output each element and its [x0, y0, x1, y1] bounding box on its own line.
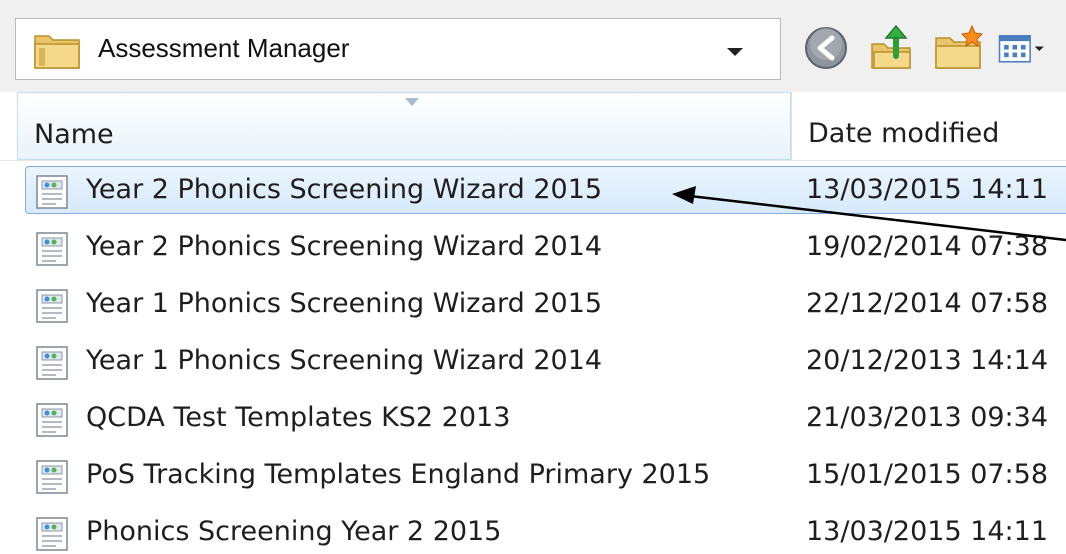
new-folder-icon[interactable]: [932, 22, 984, 74]
up-folder-icon[interactable]: [866, 22, 918, 74]
wizard-file-icon: [36, 403, 68, 437]
column-header-name-label: Name: [34, 119, 114, 150]
column-header-row: Name Date modified: [0, 92, 1066, 161]
file-name: Phonics Screening Year 2 2015: [86, 516, 502, 547]
file-row[interactable]: Year 1 Phonics Screening Wizard 2014 20/1…: [0, 331, 1066, 383]
file-row[interactable]: QCDA Test Templates KS2 2013 21/03/2013 0…: [0, 388, 1066, 440]
file-date-modified: 22/12/2014 07:58: [806, 288, 1049, 319]
sort-ascending-icon: [405, 98, 419, 106]
file-row[interactable]: Year 2 Phonics Screening Wizard 2015 13/0…: [0, 160, 1066, 214]
column-header-date-modified[interactable]: Date modified: [792, 92, 1066, 160]
wizard-file-icon: [36, 346, 68, 380]
file-name: Year 1 Phonics Screening Wizard 2015: [86, 288, 603, 319]
file-name: Year 1 Phonics Screening Wizard 2014: [86, 345, 603, 376]
wizard-file-icon: [36, 289, 68, 323]
file-date-modified: 19/02/2014 07:38: [806, 231, 1049, 262]
wizard-file-icon: [36, 175, 68, 209]
file-name: PoS Tracking Templates England Primary 2…: [86, 459, 711, 490]
file-name: Year 2 Phonics Screening Wizard 2014: [86, 231, 603, 262]
file-row[interactable]: Phonics Screening Year 2 2015 13/03/2015 …: [0, 502, 1066, 554]
file-row[interactable]: PoS Tracking Templates England Primary 2…: [0, 445, 1066, 497]
file-name: Year 2 Phonics Screening Wizard 2015: [86, 174, 603, 205]
file-name: QCDA Test Templates KS2 2013: [86, 402, 511, 433]
wizard-file-icon: [36, 517, 68, 551]
chevron-down-icon[interactable]: [724, 45, 746, 59]
file-date-modified: 13/03/2015 14:11: [806, 516, 1049, 547]
wizard-file-icon: [36, 232, 68, 266]
back-arrow-icon[interactable]: [800, 22, 852, 74]
wizard-file-icon: [36, 460, 68, 494]
file-date-modified: 15/01/2015 07:58: [806, 459, 1049, 490]
folder-icon: [34, 35, 80, 69]
navigation-toolbar: Assessment Manager: [0, 0, 1066, 92]
column-header-name[interactable]: Name: [17, 92, 791, 160]
file-date-modified: 13/03/2015 14:11: [806, 174, 1049, 205]
address-combo-box[interactable]: Assessment Manager: [15, 18, 781, 80]
file-row[interactable]: Year 1 Phonics Screening Wizard 2015 22/1…: [0, 274, 1066, 326]
view-menu-icon[interactable]: [998, 22, 1050, 74]
file-list: Year 2 Phonics Screening Wizard 2015 13/0…: [0, 160, 1066, 554]
address-location-text: Assessment Manager: [98, 33, 350, 63]
file-row[interactable]: Year 2 Phonics Screening Wizard 2014 19/0…: [0, 217, 1066, 269]
file-date-modified: 20/12/2013 14:14: [806, 345, 1049, 376]
column-header-date-label: Date modified: [808, 118, 1000, 149]
file-date-modified: 21/03/2013 09:34: [806, 402, 1049, 433]
